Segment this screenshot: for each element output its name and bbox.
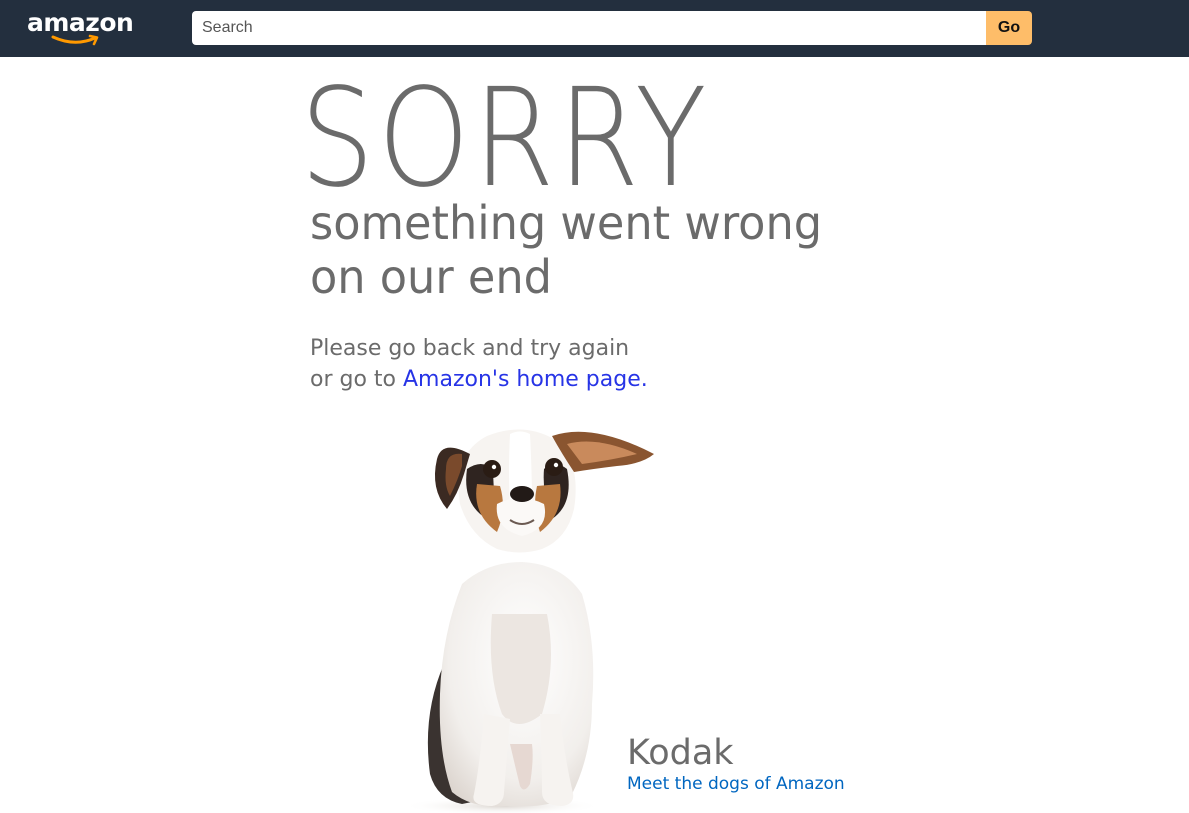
sorry-heading: SORRY — [300, 60, 711, 218]
error-subheading: something went wrong on our end — [310, 196, 822, 304]
subheading-line-1: something went wrong — [310, 196, 823, 250]
dog-caption: Kodak Meet the dogs of Amazon — [627, 732, 845, 796]
search-form: Go — [192, 11, 1032, 45]
error-message: Please go back and try again or go to Am… — [310, 333, 648, 395]
go-button[interactable]: Go — [986, 11, 1032, 45]
subheading-line-2: on our end — [310, 250, 552, 304]
meet-the-dogs-link[interactable]: Meet the dogs of Amazon — [627, 772, 845, 796]
home-page-link[interactable]: Amazon's home page. — [403, 367, 648, 392]
top-navbar: amazon Go — [0, 0, 1189, 57]
message-line-1: Please go back and try again — [310, 336, 630, 361]
amazon-logo[interactable]: amazon — [27, 8, 134, 48]
dog-name: Kodak — [627, 733, 734, 773]
message-prefix: or go to — [310, 367, 403, 392]
logo-smile-icon — [51, 34, 99, 46]
search-input[interactable] — [192, 11, 986, 45]
dog-photo — [402, 429, 654, 813]
message-line-2: or go to Amazon's home page. — [310, 364, 648, 395]
